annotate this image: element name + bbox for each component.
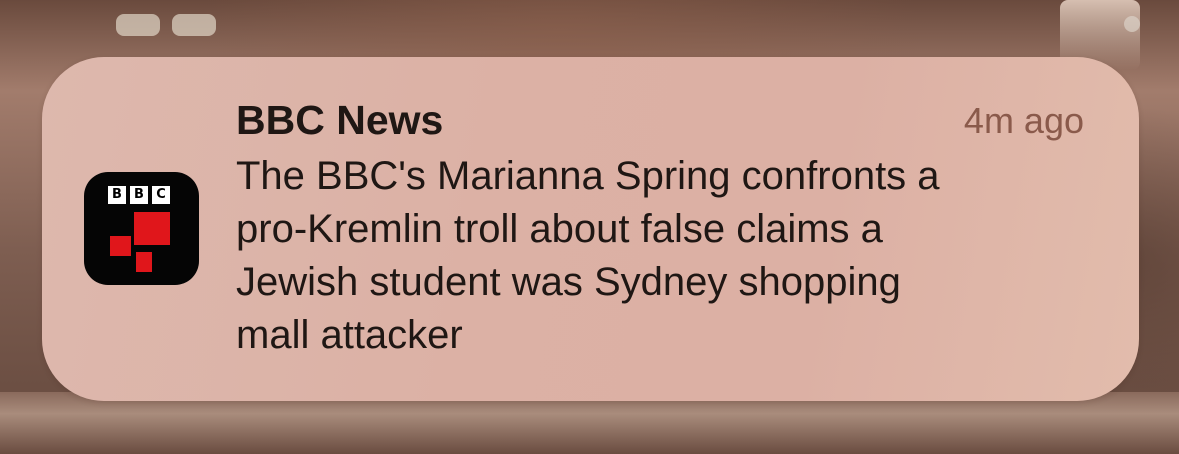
bbc-logo-letter-b2: B <box>130 186 148 204</box>
red-square-medium <box>110 236 131 256</box>
bbc-logo: B B C <box>108 186 170 204</box>
red-square-large <box>134 212 170 245</box>
bbc-news-app-icon: B B C <box>84 172 199 285</box>
bbc-logo-letter-c: C <box>152 186 170 204</box>
bbc-logo-letter-b1: B <box>108 186 126 204</box>
red-square-small <box>136 252 152 272</box>
background-dot <box>1124 16 1140 32</box>
background-shelf <box>0 392 1179 454</box>
background-dots <box>116 14 216 36</box>
notification-timestamp: 4m ago <box>963 100 1084 141</box>
notification-message: The BBC's Marianna Spring confronts a pr… <box>236 154 940 357</box>
notification-app-name: BBC News <box>236 97 444 143</box>
